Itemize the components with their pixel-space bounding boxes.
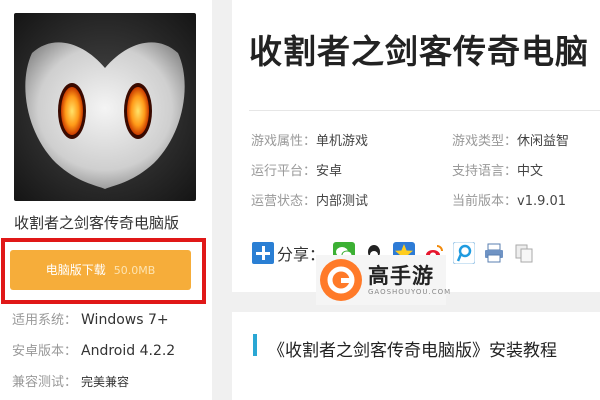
meta-row-android: 安卓版本： Android 4.2.2 — [12, 340, 175, 359]
brand-watermark: 高手游 GAOSHOUYOU.COM — [316, 255, 450, 305]
meta-value: Android 4.2.2 — [81, 343, 176, 359]
gaoshouyou-logo-icon — [320, 259, 362, 301]
download-label: 电脑版下载 — [45, 263, 106, 277]
attr-status: 运营状态：内部测试 — [251, 194, 369, 209]
meta-label: 安卓版本： — [12, 344, 78, 359]
section-accent-bar — [253, 334, 257, 356]
meta-label: 适用系统： — [12, 313, 78, 328]
attr-game-property: 游戏属性：单机游戏 — [251, 134, 369, 149]
attr-language: 支持语言：中文 — [452, 164, 544, 179]
meta-row-system: 适用系统： Windows 7+ — [12, 309, 169, 328]
download-button[interactable]: 电脑版下载 50.0MB — [10, 250, 191, 290]
meta-value: 完美兼容 — [81, 375, 130, 389]
app-icon[interactable] — [14, 13, 196, 201]
app-name: 收割者之剑客传奇电脑版 — [14, 214, 180, 232]
copy-icon[interactable] — [513, 242, 535, 264]
brand-name: 高手游 — [368, 264, 434, 288]
brand-domain: GAOSHOUYOU.COM — [368, 288, 452, 296]
print-icon[interactable] — [483, 242, 505, 264]
divider — [249, 110, 600, 111]
meta-value: Windows 7+ — [81, 312, 169, 328]
meta-row-compat: 兼容测试： 完美兼容 — [12, 371, 129, 390]
section-title[interactable]: 《收割者之剑客传奇电脑版》安装教程 — [268, 336, 557, 361]
meta-label: 兼容测试： — [12, 375, 78, 390]
page-title: 收割者之剑客传奇电脑 — [249, 32, 589, 71]
attr-version: 当前版本：v1.9.01 — [452, 194, 567, 209]
share-plus-icon[interactable] — [252, 242, 274, 264]
reaper-mask-icon — [14, 13, 196, 201]
download-size: 50.0MB — [113, 264, 156, 277]
attr-game-type: 游戏类型：休闲益智 — [452, 134, 570, 149]
attr-platform: 运行平台：安卓 — [251, 164, 343, 179]
tencent-weibo-icon[interactable] — [453, 242, 476, 264]
